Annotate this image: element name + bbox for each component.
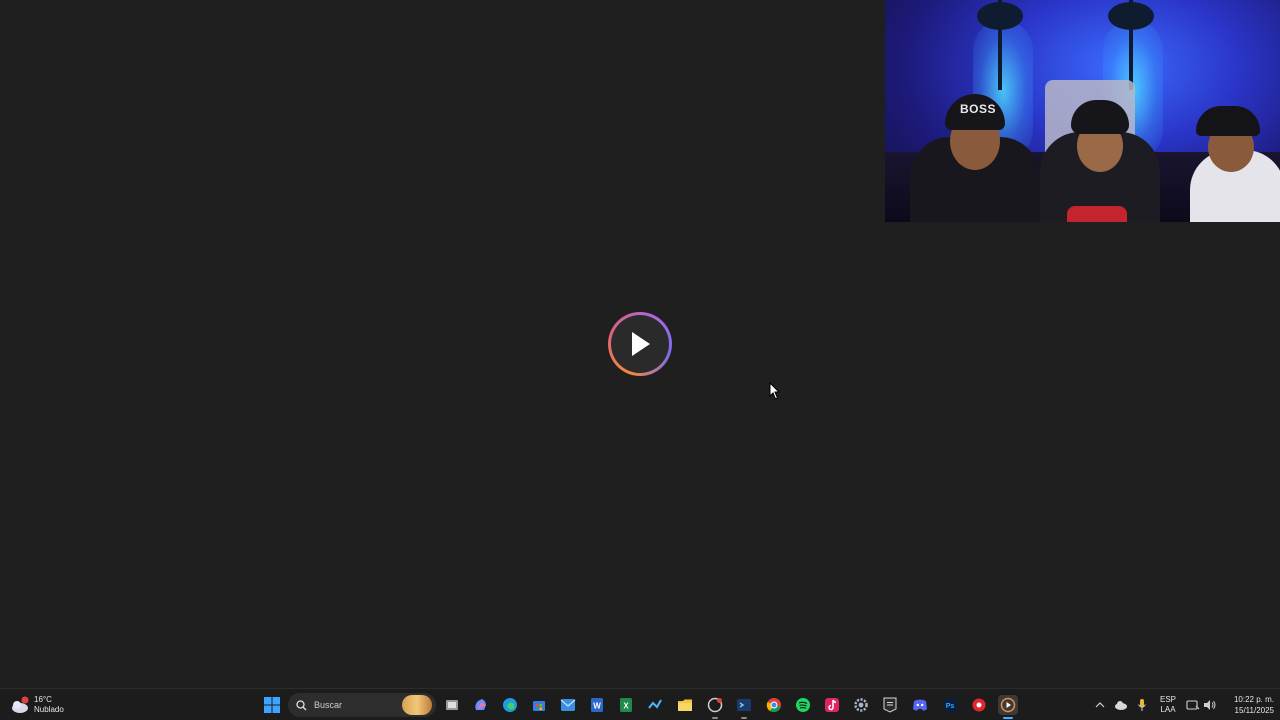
edge-button[interactable] [500, 695, 520, 715]
keyboard-layout: LAA [1160, 705, 1176, 714]
epic-games-icon [883, 697, 897, 713]
active-indicator [741, 717, 747, 719]
person-left: BOSS [910, 82, 1040, 222]
palm-leaves [1108, 2, 1154, 30]
onedrive-button[interactable] [1111, 695, 1131, 715]
word-icon: W [591, 698, 603, 712]
tiktok-button[interactable] [822, 695, 842, 715]
terminal-icon [737, 699, 751, 711]
clock-time: 10:22 p. m. [1233, 695, 1274, 704]
clock[interactable]: 10:22 p. m. 15/11/2025 [1222, 694, 1274, 716]
store-icon [533, 701, 545, 711]
folder-icon [678, 699, 692, 711]
mail-button[interactable] [558, 695, 578, 715]
network-icon [1186, 700, 1200, 710]
media-player-icon [1000, 697, 1016, 713]
chrome-icon [766, 698, 781, 713]
language-code: ESP [1159, 695, 1176, 704]
settings-button[interactable] [851, 695, 871, 715]
discord-icon [913, 699, 927, 711]
file-explorer-button[interactable] [675, 695, 695, 715]
play-button[interactable] [608, 312, 672, 376]
edge-icon [503, 698, 517, 712]
weather-widget[interactable]: 16°C Nublado [10, 693, 64, 717]
chevron-up-icon [1095, 702, 1105, 708]
search-icon [296, 699, 307, 710]
person-middle [1035, 92, 1165, 222]
gear-icon [854, 698, 868, 712]
play-icon [611, 315, 669, 373]
epic-games-button[interactable] [880, 695, 900, 715]
task-view-icon [446, 700, 458, 710]
microphone-button[interactable] [1132, 695, 1152, 715]
photoshop-icon: Ps [943, 698, 957, 712]
task-view-button[interactable] [442, 695, 462, 715]
cloud-sync-icon [1115, 701, 1127, 710]
cloud-icon [12, 696, 29, 713]
copilot-icon [475, 699, 486, 710]
show-hidden-icons-button[interactable] [1090, 695, 1110, 715]
active-indicator [1003, 717, 1013, 719]
excel-icon: X [620, 698, 632, 712]
steam-icon [648, 699, 662, 709]
microphone-icon [1138, 699, 1146, 711]
discord-button[interactable] [910, 695, 930, 715]
palm-leaves [977, 2, 1023, 30]
record-button[interactable] [969, 695, 989, 715]
spotify-icon [796, 698, 810, 712]
cap-text: BOSS [960, 102, 997, 116]
svg-text:Ps: Ps [946, 703, 955, 710]
search-placeholder: Buscar [314, 700, 343, 710]
word-button[interactable]: W [587, 695, 607, 715]
weather-condition: Nublado [34, 705, 64, 714]
volume-icon [1204, 700, 1216, 710]
photoshop-button[interactable]: Ps [940, 695, 960, 715]
svg-text:X: X [623, 702, 629, 711]
search-box[interactable]: Buscar [288, 693, 436, 717]
windows-logo-icon [264, 697, 280, 713]
clock-date: 15/11/2025 [1234, 706, 1274, 715]
media-player-button[interactable] [998, 695, 1018, 719]
desktop: BOSS [0, 0, 1280, 688]
volume-button[interactable] [1200, 695, 1220, 715]
record-icon [972, 698, 986, 712]
chrome-button[interactable] [764, 695, 784, 715]
copilot-button[interactable] [471, 695, 491, 715]
terminal-button[interactable] [734, 695, 754, 719]
mouse-cursor-icon [769, 382, 781, 400]
excel-button[interactable]: X [616, 695, 636, 715]
person-right [1180, 92, 1280, 222]
active-indicator [712, 717, 718, 719]
fortnite-icon [707, 697, 723, 713]
spotify-button[interactable] [793, 695, 813, 715]
steam-button[interactable] [645, 695, 665, 715]
webcam-overlay: BOSS [885, 0, 1280, 222]
svg-text:W: W [593, 702, 601, 711]
language-indicator[interactable]: ESP LAA [1156, 695, 1180, 715]
mail-icon [560, 699, 576, 711]
tiktok-icon [825, 698, 839, 712]
weather-temperature: 16°C [34, 695, 52, 704]
store-button[interactable] [529, 695, 549, 715]
taskbar: 16°C Nublado Buscar W X Ps ESP LAA 10:22… [0, 688, 1280, 720]
fortnite-button[interactable] [705, 695, 725, 719]
start-button[interactable] [262, 695, 282, 715]
search-highlight-icon [402, 695, 432, 715]
